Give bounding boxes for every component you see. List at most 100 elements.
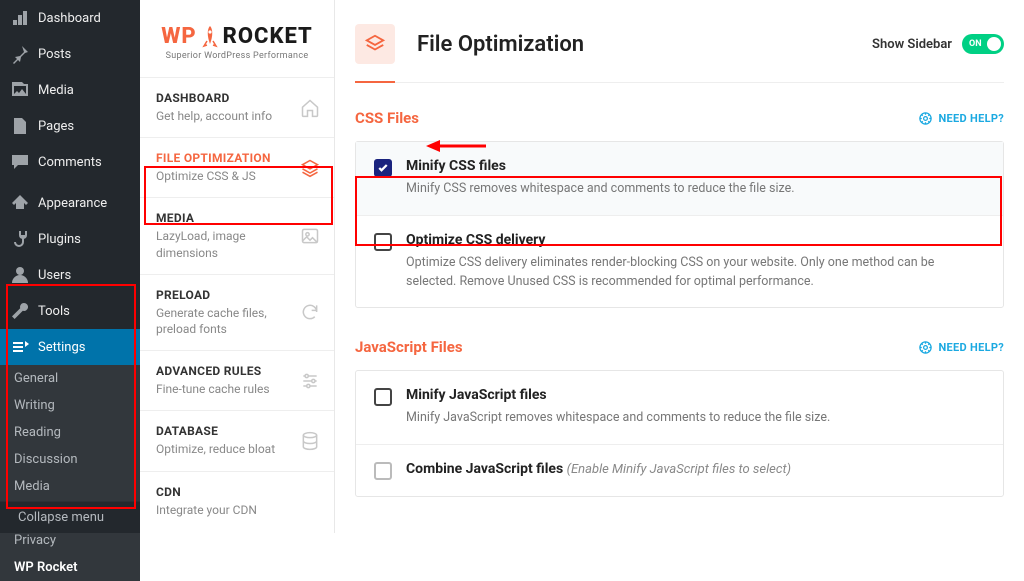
section-title-css: CSS Files [355, 109, 419, 127]
nav-settings[interactable]: Settings [0, 329, 140, 365]
page-title: File Optimization [417, 32, 584, 57]
settings-icon [10, 337, 30, 357]
image-icon [300, 226, 320, 246]
nav-appearance[interactable]: Appearance [0, 185, 140, 221]
rnav-dashboard[interactable]: DASHBOARD Get help, account info [140, 77, 334, 137]
rocket-logo: WP ROCKET Superior WordPress Performance [140, 0, 334, 77]
nav-label: Media [38, 83, 74, 98]
option-title: Optimize CSS delivery [406, 232, 985, 248]
pages-icon [10, 116, 30, 136]
users-icon [10, 265, 30, 285]
help-icon [918, 340, 933, 355]
nav-label: Appearance [38, 196, 107, 211]
subnav-writing[interactable]: Writing [0, 392, 140, 419]
refresh-icon [300, 302, 320, 322]
rnav-media[interactable]: MEDIA LazyLoad, image dimensions [140, 197, 334, 273]
section-title-js: JavaScript Files [355, 338, 463, 356]
show-sidebar-toggle[interactable]: Show Sidebar ON [872, 34, 1004, 54]
pin-icon [10, 44, 30, 64]
home-icon [300, 98, 320, 118]
option-desc: Minify CSS removes whitespace and commen… [406, 180, 985, 199]
nav-label: Comments [38, 155, 102, 170]
rnav-title: FILE OPTIMIZATION [156, 151, 290, 165]
database-icon [300, 431, 320, 451]
toggle-switch[interactable]: ON [962, 34, 1004, 54]
layers-icon [355, 24, 395, 64]
rnav-cdn[interactable]: CDN Integrate your CDN [140, 471, 334, 531]
rnav-advanced[interactable]: ADVANCED RULES Fine-tune cache rules [140, 350, 334, 410]
subnav-media[interactable]: Media [0, 473, 140, 500]
collapse-menu[interactable]: Collapse menu [0, 501, 140, 533]
css-section-head: CSS Files NEED HELP? [355, 109, 1004, 127]
subnav-reading[interactable]: Reading [0, 419, 140, 446]
nav-label: Users [38, 268, 71, 283]
combine-js-checkbox[interactable] [374, 462, 392, 480]
optimize-css-option[interactable]: Optimize CSS delivery Optimize CSS deliv… [356, 216, 1003, 308]
rnav-sub: Optimize, reduce bloat [156, 441, 290, 457]
option-title: Combine JavaScript files (Enable Minify … [406, 461, 985, 477]
main-header: File Optimization Show Sidebar ON [355, 24, 1004, 83]
logo-wp: WP [161, 24, 196, 49]
nav-label: Settings [38, 340, 85, 355]
subnav-general[interactable]: General [0, 365, 140, 392]
js-panel: Minify JavaScript files Minify JavaScrip… [355, 370, 1004, 497]
rnav-title: MEDIA [156, 211, 290, 225]
wp-admin-sidebar: Dashboard Posts Media Pages Comments App… [0, 0, 140, 533]
option-desc: Optimize CSS delivery eliminates render-… [406, 254, 985, 292]
rnav-sub: Optimize CSS & JS [156, 168, 290, 184]
subnav-wp-rocket[interactable]: WP Rocket [0, 554, 140, 581]
rnav-title: PRELOAD [156, 288, 290, 302]
media-icon [10, 80, 30, 100]
rnav-sub: Fine-tune cache rules [156, 381, 290, 397]
main-panel: File Optimization Show Sidebar ON CSS Fi… [335, 0, 1024, 533]
nav-users[interactable]: Users [0, 257, 140, 293]
js-section-head: JavaScript Files NEED HELP? [355, 338, 1004, 356]
minify-css-checkbox[interactable] [374, 159, 392, 177]
need-help-link[interactable]: NEED HELP? [918, 111, 1005, 126]
help-icon [918, 111, 933, 126]
toggle-on-text: ON [969, 39, 982, 49]
css-panel: Minify CSS files Minify CSS removes whit… [355, 141, 1004, 308]
nav-comments[interactable]: Comments [0, 144, 140, 180]
minify-js-option[interactable]: Minify JavaScript files Minify JavaScrip… [356, 371, 1003, 445]
sliders-icon [300, 371, 320, 391]
nav-label: Tools [38, 304, 70, 319]
nav-dashboard[interactable]: Dashboard [0, 0, 140, 36]
need-help-link[interactable]: NEED HELP? [918, 340, 1005, 355]
nav-tools[interactable]: Tools [0, 293, 140, 329]
rnav-database[interactable]: DATABASE Optimize, reduce bloat [140, 410, 334, 470]
optimize-css-checkbox[interactable] [374, 233, 392, 251]
appearance-icon [10, 193, 30, 213]
rocket-icon [201, 25, 219, 49]
rnav-file-optimization[interactable]: FILE OPTIMIZATION Optimize CSS & JS [140, 137, 334, 197]
subnav-discussion[interactable]: Discussion [0, 446, 140, 473]
collapse-label: Collapse menu [18, 510, 104, 525]
comments-icon [10, 152, 30, 172]
nav-plugins[interactable]: Plugins [0, 221, 140, 257]
option-title: Minify CSS files [406, 158, 985, 174]
toggle-label: Show Sidebar [872, 37, 952, 52]
rocket-nav: WP ROCKET Superior WordPress Performance… [140, 0, 335, 533]
nav-posts[interactable]: Posts [0, 36, 140, 72]
dashboard-icon [10, 8, 30, 28]
combine-js-option[interactable]: Combine JavaScript files (Enable Minify … [356, 445, 1003, 496]
rnav-title: DATABASE [156, 424, 290, 438]
rnav-title: CDN [156, 485, 290, 499]
rnav-sub: LazyLoad, image dimensions [156, 228, 290, 260]
minify-js-checkbox[interactable] [374, 388, 392, 406]
logo-tagline: Superior WordPress Performance [166, 51, 309, 61]
nav-label: Pages [38, 119, 74, 134]
toggle-knob [987, 37, 1001, 51]
rnav-title: DASHBOARD [156, 91, 290, 105]
help-label: NEED HELP? [939, 112, 1005, 125]
rnav-sub: Get help, account info [156, 108, 290, 124]
option-desc: Minify JavaScript removes whitespace and… [406, 409, 985, 428]
layers-icon [300, 158, 320, 178]
nav-label: Dashboard [38, 11, 101, 26]
minify-css-option[interactable]: Minify CSS files Minify CSS removes whit… [356, 142, 1003, 216]
rnav-preload[interactable]: PRELOAD Generate cache files, preload fo… [140, 274, 334, 350]
nav-media[interactable]: Media [0, 72, 140, 108]
option-title: Minify JavaScript files [406, 387, 985, 403]
help-label: NEED HELP? [939, 341, 1005, 354]
nav-pages[interactable]: Pages [0, 108, 140, 144]
